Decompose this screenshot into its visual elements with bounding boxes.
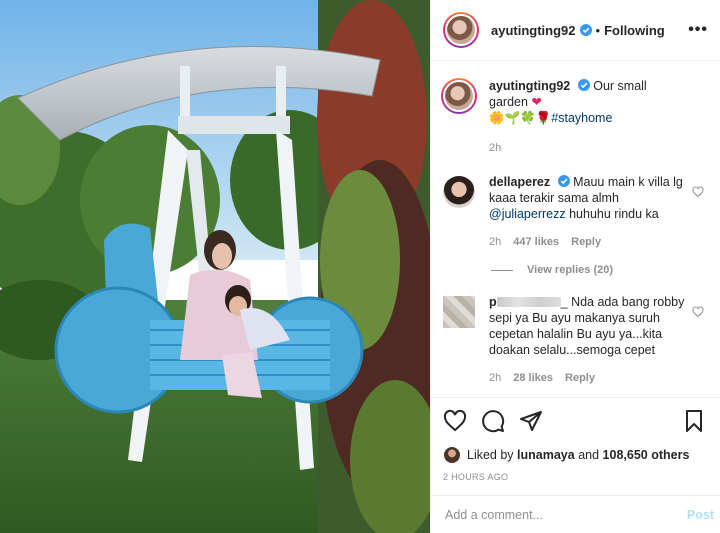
author-username[interactable]: ayutingting92 — [491, 23, 576, 38]
blurred-username — [496, 297, 561, 307]
liked-by-and: and — [578, 448, 600, 462]
separator-dot: • — [595, 22, 601, 38]
comment-likes[interactable]: 447 likes — [513, 234, 559, 250]
verified-badge-icon — [577, 79, 590, 91]
comment-like-heart-icon[interactable] — [692, 186, 704, 198]
post-timestamp[interactable]: 2 HOURS AGO — [443, 472, 708, 482]
comment-item: dellaperez Mauu main k villa lg kaaa ter… — [443, 174, 708, 250]
liked-by-prefix: Liked by — [467, 448, 514, 462]
comment-time[interactable]: 2h — [489, 234, 501, 250]
post-side-panel: ayutingting92 • Following ••• ayutingtin… — [430, 0, 720, 533]
view-replies-label: View replies (20) — [527, 264, 614, 276]
liker-username[interactable]: lunamaya — [517, 448, 575, 462]
comments-list[interactable]: ayutingting92 Our small garden ❤ 🌼🌱🍀🌹#st… — [431, 62, 720, 396]
caption-avatar[interactable] — [441, 78, 477, 114]
comment-time[interactable]: 2h — [489, 370, 501, 386]
heart-emoji: ❤ — [531, 95, 542, 109]
caption-username[interactable]: ayutingting92 — [489, 79, 570, 93]
comment-likes[interactable]: 28 likes — [513, 370, 553, 386]
comment-username[interactable]: p — [489, 295, 497, 309]
author-avatar[interactable] — [443, 12, 479, 48]
liked-by: Liked by lunamaya and 108,650 others — [443, 446, 708, 464]
post-photo[interactable] — [0, 0, 430, 533]
bookmark-icon[interactable] — [682, 409, 706, 433]
likes-count[interactable]: 108,650 others — [603, 448, 690, 462]
reply-button[interactable]: Reply — [571, 234, 601, 250]
comment-text-after: huhuhu rindu ka — [569, 207, 659, 221]
garden-swing-photo — [0, 0, 430, 533]
caption-emojis: 🌼🌱🍀🌹 — [489, 111, 552, 125]
comment-username[interactable]: dellaperez — [489, 175, 550, 189]
commenter-avatar[interactable] — [443, 176, 475, 208]
caption-time[interactable]: 2h — [489, 140, 501, 156]
view-replies-button[interactable]: View replies (20) — [491, 264, 708, 276]
share-icon[interactable] — [519, 409, 543, 433]
verified-badge-icon — [579, 24, 592, 36]
verified-badge-icon — [557, 175, 570, 187]
comment-item: p _ Nda ada bang robby sepi ya Bu ayu mak… — [443, 294, 708, 386]
heart-icon[interactable] — [443, 409, 467, 433]
post-comment-button[interactable]: Post — [687, 508, 714, 522]
comment-like-heart-icon[interactable] — [692, 306, 704, 318]
comment-icon[interactable] — [481, 409, 505, 433]
following-button[interactable]: Following — [604, 23, 665, 38]
hashtag-link[interactable]: #stayhome — [551, 111, 612, 125]
liker-avatar[interactable] — [443, 446, 461, 464]
add-comment-bar: Post — [431, 495, 720, 533]
post-actions: Liked by lunamaya and 108,650 others 2 H… — [431, 397, 720, 482]
more-options-icon[interactable]: ••• — [688, 21, 708, 39]
post-header: ayutingting92 • Following ••• — [431, 0, 720, 61]
caption: ayutingting92 Our small garden ❤ 🌼🌱🍀🌹#st… — [441, 78, 708, 156]
mention-link[interactable]: @juliaperrezz — [489, 207, 566, 221]
replies-divider — [491, 269, 513, 271]
comment-input[interactable] — [445, 507, 687, 522]
reply-button[interactable]: Reply — [565, 370, 595, 386]
commenter-avatar[interactable] — [443, 296, 475, 328]
